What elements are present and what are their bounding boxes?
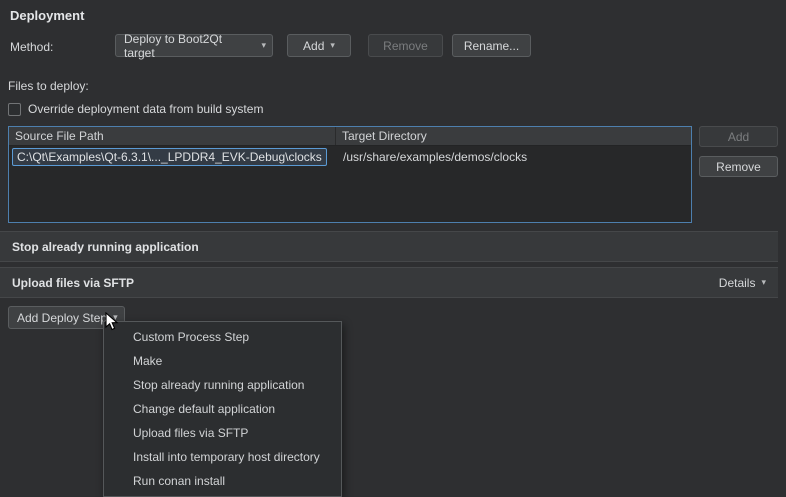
deploy-files-table[interactable]: Source File Path Target Directory C:\Qt\… [8, 126, 692, 223]
checkbox-icon[interactable] [8, 103, 21, 116]
method-combobox[interactable]: Deploy to Boot2Qt target ▾ [115, 34, 273, 57]
menu-item-upload-files-via-sftp[interactable]: Upload files via SFTP [105, 421, 340, 445]
menu-item-stop-already-running-application[interactable]: Stop already running application [105, 373, 340, 397]
column-header-source-file-path[interactable]: Source File Path [9, 127, 336, 145]
chevron-down-icon: ▾ [761, 277, 766, 288]
rename-method-label: Rename... [464, 39, 519, 53]
add-method-label: Add [303, 39, 324, 53]
rename-method-button[interactable]: Rename... [452, 34, 531, 57]
chevron-down-icon: ▾ [261, 40, 266, 51]
remove-file-button[interactable]: Remove [699, 156, 778, 177]
table-header-row: Source File Path Target Directory [9, 127, 691, 146]
method-label: Method: [10, 40, 53, 54]
section-stop-already-running[interactable]: Stop already running application [0, 231, 778, 262]
menu-item-make[interactable]: Make [105, 349, 340, 373]
section-title: Stop already running application [12, 240, 199, 254]
section-title: Upload files via SFTP [12, 276, 134, 290]
remove-method-button[interactable]: Remove [368, 34, 443, 57]
add-method-button[interactable]: Add ▾ [287, 34, 351, 57]
override-deployment-label: Override deployment data from build syst… [28, 102, 263, 116]
section-upload-files-sftp[interactable]: Upload files via SFTP Details ▾ [0, 267, 778, 298]
add-deploy-step-menu: Custom Process Step Make Stop already ru… [103, 321, 342, 497]
column-header-target-directory[interactable]: Target Directory [336, 127, 691, 145]
add-file-button[interactable]: Add [699, 126, 778, 147]
chevron-down-icon: ▾ [330, 40, 335, 51]
menu-item-change-default-application[interactable]: Change default application [105, 397, 340, 421]
remove-method-label: Remove [383, 39, 428, 53]
files-to-deploy-label: Files to deploy: [8, 79, 89, 93]
remove-file-label: Remove [716, 160, 761, 174]
target-directory-cell[interactable]: /usr/share/examples/demos/clocks [336, 150, 691, 164]
page-title: Deployment [10, 8, 84, 23]
details-label: Details [719, 276, 756, 290]
table-row[interactable]: C:\Qt\Examples\Qt-6.3.1\..._LPDDR4_EVK-D… [9, 146, 691, 167]
add-file-label: Add [728, 130, 749, 144]
override-deployment-checkbox-row[interactable]: Override deployment data from build syst… [8, 102, 263, 116]
menu-item-run-conan-install[interactable]: Run conan install [105, 469, 340, 493]
menu-item-install-into-temporary-host-directory[interactable]: Install into temporary host directory [105, 445, 340, 469]
source-path-cell[interactable]: C:\Qt\Examples\Qt-6.3.1\..._LPDDR4_EVK-D… [12, 148, 327, 166]
details-toggle[interactable]: Details ▾ [719, 276, 766, 290]
menu-item-custom-process-step[interactable]: Custom Process Step [105, 325, 340, 349]
method-selected-value: Deploy to Boot2Qt target [124, 32, 255, 60]
add-deploy-step-label: Add Deploy Step [17, 311, 107, 325]
